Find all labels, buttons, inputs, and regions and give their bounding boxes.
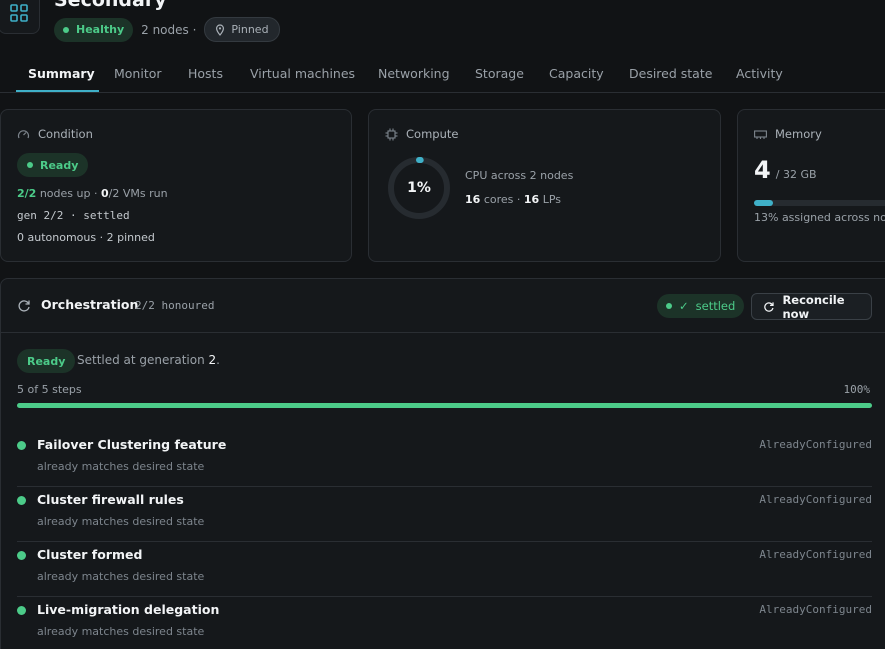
tab-storage[interactable]: Storage bbox=[475, 66, 524, 81]
vms-value: 0 bbox=[100, 187, 109, 200]
cpu-icon bbox=[385, 128, 398, 140]
check-icon: ✓ bbox=[679, 299, 689, 313]
vms-text: /2 VMs run bbox=[108, 187, 168, 200]
step-name: Failover Clustering feature bbox=[37, 437, 227, 452]
condition-title: Condition bbox=[38, 127, 93, 141]
steps-progress-fill bbox=[17, 403, 872, 408]
honoured-text: 2/2 honoured bbox=[135, 299, 215, 312]
page-title: Secondary bbox=[54, 0, 167, 11]
memory-header: Memory bbox=[754, 127, 822, 141]
tab-summary[interactable]: Summary bbox=[28, 66, 95, 81]
cores-value: 16 bbox=[465, 193, 481, 206]
step-status: AlreadyConfigured bbox=[759, 493, 872, 506]
tab-hosts[interactable]: Hosts bbox=[188, 66, 223, 81]
memory-summary: 4 / 32 GB bbox=[754, 156, 817, 184]
reconcile-now-button[interactable]: Reconcile now bbox=[751, 292, 872, 321]
step-status-dot bbox=[17, 551, 26, 560]
memory-icon bbox=[754, 129, 767, 139]
compute-header: Compute bbox=[385, 127, 458, 141]
memory-title: Memory bbox=[775, 127, 822, 141]
steps-count: 5 of 5 steps bbox=[17, 383, 82, 396]
settled-line: Settled at generation 2. bbox=[77, 353, 220, 367]
cluster-grid-icon bbox=[0, 0, 40, 34]
memory-assigned: 4 bbox=[754, 156, 771, 184]
cpu-text: CPU across 2 nodes bbox=[465, 169, 574, 182]
status-dot bbox=[63, 26, 69, 33]
step-status-dot bbox=[17, 441, 26, 450]
gauge-icon bbox=[17, 129, 30, 138]
nodes-up-text: nodes up · bbox=[39, 187, 98, 200]
settled-text: Settled at generation bbox=[77, 353, 205, 367]
tab-bar: Summary Monitor Hosts Virtual machines N… bbox=[0, 56, 885, 93]
tab-desired-state[interactable]: Desired state bbox=[629, 66, 712, 81]
step-description: already matches desired state bbox=[37, 570, 205, 583]
refresh-icon bbox=[764, 301, 774, 312]
cores-line: 16 cores · 16 LPs bbox=[465, 193, 561, 206]
memory-bar bbox=[754, 200, 885, 206]
step-description: already matches desired state bbox=[37, 460, 205, 473]
tab-capacity[interactable]: Capacity bbox=[549, 66, 604, 81]
condition-status-badge: Ready bbox=[17, 153, 89, 177]
nodes-up-line: 2/2 nodes up · 0/2 VMs run bbox=[17, 187, 168, 200]
lps-value: 16 bbox=[523, 193, 540, 206]
cpu-percent: 1% bbox=[407, 180, 431, 196]
settled-label: settled bbox=[695, 299, 736, 313]
step-status: AlreadyConfigured bbox=[759, 548, 872, 561]
step-description: already matches desired state bbox=[37, 515, 205, 528]
condition-card: Condition Ready 2/2 nodes up · 0/2 VMs r… bbox=[0, 109, 352, 262]
step-status: AlreadyConfigured bbox=[759, 438, 872, 451]
step-status-dot bbox=[17, 496, 26, 505]
tab-monitor[interactable]: Monitor bbox=[114, 66, 162, 81]
pinned-badge[interactable]: Pinned bbox=[204, 17, 280, 42]
memory-card: Memory 4 / 32 GB 13% assigned across nod… bbox=[737, 109, 885, 262]
progress-percent: 100% bbox=[843, 383, 871, 396]
step-row: Cluster firewall rules already matches d… bbox=[17, 487, 872, 542]
step-description: already matches desired state bbox=[37, 625, 205, 638]
orchestration-status-badge: Ready bbox=[17, 349, 76, 373]
generation-line: gen 2/2 · settled bbox=[17, 209, 130, 222]
generation-suffix: . bbox=[216, 353, 220, 367]
status-dot bbox=[666, 303, 672, 309]
memory-assigned-text: 13% assigned across nodes bbox=[754, 211, 885, 224]
memory-bar-fill bbox=[754, 200, 773, 206]
condition-status: Ready bbox=[40, 158, 79, 172]
step-name: Live-migration delegation bbox=[37, 602, 220, 617]
pinned-label: Pinned bbox=[231, 23, 269, 36]
tab-networking[interactable]: Networking bbox=[378, 66, 450, 81]
health-label: Healthy bbox=[76, 23, 125, 36]
lps-text: LPs bbox=[542, 193, 561, 206]
reconcile-label: Reconcile now bbox=[782, 292, 845, 321]
orchestration-panel: Orchestration 2/2 honoured ✓ settled Rec… bbox=[0, 278, 885, 649]
compute-title: Compute bbox=[406, 127, 459, 141]
health-badge: Healthy bbox=[54, 17, 134, 42]
settled-badge: ✓ settled bbox=[657, 294, 745, 318]
nodes-up-value: 2/2 bbox=[17, 187, 37, 200]
step-name: Cluster firewall rules bbox=[37, 492, 184, 507]
cores-text: cores · bbox=[483, 193, 521, 206]
condition-header: Condition bbox=[17, 127, 93, 141]
tab-virtual-machines[interactable]: Virtual machines bbox=[250, 66, 355, 81]
nodes-count: 2 nodes · bbox=[141, 22, 197, 37]
tab-activity[interactable]: Activity bbox=[736, 66, 783, 81]
memory-total: / 32 GB bbox=[775, 168, 817, 181]
step-status: AlreadyConfigured bbox=[759, 603, 872, 616]
active-tab-indicator bbox=[16, 90, 99, 92]
step-status-dot bbox=[17, 606, 26, 615]
autonomous-line: 0 autonomous · 2 pinned bbox=[17, 231, 155, 244]
step-row: Cluster formed already matches desired s… bbox=[17, 542, 872, 597]
header-meta: Healthy 2 nodes · Pinned bbox=[54, 17, 280, 42]
refresh-icon bbox=[18, 300, 30, 312]
step-name: Cluster formed bbox=[37, 547, 143, 562]
orchestration-title: Orchestration bbox=[41, 297, 139, 312]
step-row: Failover Clustering feature already matc… bbox=[17, 432, 872, 487]
step-row: Live-migration delegation already matche… bbox=[17, 597, 872, 649]
orchestration-header: Orchestration 2/2 honoured ✓ settled Rec… bbox=[1, 279, 885, 333]
compute-card: Compute 1% CPU across 2 nodes 16 cores ·… bbox=[368, 109, 721, 262]
pin-icon bbox=[216, 23, 225, 36]
status-dot bbox=[27, 162, 33, 168]
steps-progress-bar bbox=[17, 403, 872, 408]
